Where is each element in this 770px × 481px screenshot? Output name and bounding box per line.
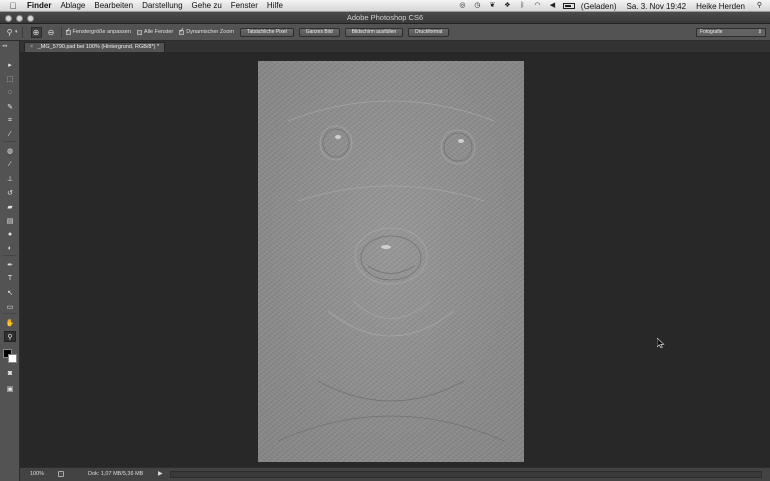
lasso-tool-icon[interactable]: ◌ xyxy=(4,87,16,98)
spot-healing-tool-icon[interactable]: ◍ xyxy=(4,145,16,156)
brush-tool-icon[interactable]: ∕ xyxy=(4,159,16,170)
battery-status: (Geladen) xyxy=(580,1,617,11)
menu-ablage[interactable]: Ablage xyxy=(60,1,85,10)
menu-hilfe[interactable]: Hilfe xyxy=(267,1,283,10)
tool-separator xyxy=(3,141,17,142)
zoom-in-icon[interactable]: ⊕ xyxy=(30,26,42,38)
wifi-icon[interactable]: ◠ xyxy=(533,2,542,10)
crop-tool-icon[interactable]: ⌗ xyxy=(4,115,16,126)
high-pass-dog-image xyxy=(277,100,505,442)
menu-finder[interactable]: Finder xyxy=(27,1,51,10)
panel-grip[interactable]: ◂◂ xyxy=(2,43,7,49)
check-label: Dynamischer Zoom xyxy=(186,29,234,35)
menu-darstellung[interactable]: Darstellung xyxy=(142,1,182,10)
zoom-tool-icon[interactable]: ⚲ xyxy=(4,331,16,342)
chevron-down-icon[interactable]: ▾ xyxy=(15,29,18,35)
move-tool-icon[interactable]: ▸ xyxy=(4,59,16,70)
checkbox[interactable] xyxy=(179,27,184,35)
battery-icon[interactable] xyxy=(562,3,575,9)
tool-separator xyxy=(3,313,17,314)
marquee-tool-icon[interactable]: ⬚ xyxy=(4,73,16,84)
canvas-area[interactable] xyxy=(20,52,770,467)
history-brush-tool-icon[interactable]: ↺ xyxy=(4,187,16,198)
zoom-level-field[interactable]: 100% xyxy=(30,471,50,478)
status-menu-arrow-icon[interactable]: ▶ xyxy=(158,470,163,477)
quick-selection-tool-icon[interactable]: ✎ xyxy=(4,101,16,112)
horizontal-scrollbar[interactable] xyxy=(170,471,762,478)
check-dynamischer-zoom[interactable]: Dynamischer Zoom xyxy=(179,27,234,35)
bluetooth-icon[interactable]: ᛒ xyxy=(518,2,527,10)
options-separator xyxy=(21,26,23,38)
apple-icon[interactable]:  xyxy=(7,1,19,11)
print-size-button[interactable]: Druckformat xyxy=(408,27,450,37)
mac-menubar:  Finder Ablage Bearbeiten Darstellung G… xyxy=(0,0,770,12)
pen-tool-icon[interactable]: ✒ xyxy=(4,259,16,270)
menu-gehe-zu[interactable]: Gehe zu xyxy=(192,1,222,10)
options-separator xyxy=(60,26,62,38)
eyedropper-tool-icon[interactable]: ⁄ xyxy=(4,129,16,140)
eraser-tool-icon[interactable]: ▰ xyxy=(4,201,16,212)
tool-separator xyxy=(3,255,17,256)
tools-panel: ◂◂ ▸ ⬚ ◌ ✎ ⌗ ⁄ ◍ ∕ ⊥ ↺ ▰ ▤ ● ◐ ✒ T ↖ ▭ ✋ ⚲ ◙ ▣ xyxy=(0,41,20,481)
evernote-icon[interactable]: ❦ xyxy=(488,2,497,10)
close-tab-icon[interactable]: × xyxy=(30,44,33,50)
creative-cloud-icon[interactable]: ◎ xyxy=(458,2,467,10)
gradient-tool-icon[interactable]: ▤ xyxy=(4,215,16,226)
quick-mask-icon[interactable]: ◙ xyxy=(4,368,16,379)
document-tab[interactable]: × _MG_5790.psd bei 100% (Hintergrund, RG… xyxy=(24,42,166,52)
dodge-tool-icon[interactable]: ◐ xyxy=(4,243,16,254)
fill-screen-button[interactable]: Bildschirm ausfüllen xyxy=(344,27,404,37)
volume-icon[interactable]: ◀ xyxy=(548,2,557,10)
check-label: Fenstergröße anpassen xyxy=(72,29,131,35)
window-titlebar: Adobe Photoshop CS6 xyxy=(0,12,770,24)
mouse-cursor-icon xyxy=(657,338,665,348)
check-fenstergroesse[interactable]: Fenstergröße anpassen xyxy=(65,27,131,35)
document-tab-label: _MG_5790.psd bei 100% (Hintergrund, RGB/… xyxy=(37,44,160,50)
check-label: Alle Fenster xyxy=(143,29,174,35)
shape-tool-icon[interactable]: ▭ xyxy=(4,301,16,312)
zoom-preset-icon[interactable]: ⚲ xyxy=(4,27,15,38)
menubar-datetime[interactable]: Sa. 3. Nov 19:42 xyxy=(626,2,686,11)
workspace-value: Fotografie xyxy=(700,29,723,35)
document-image[interactable] xyxy=(258,61,524,462)
checkbox[interactable] xyxy=(136,29,142,35)
fit-screen-button[interactable]: Ganzes Bild xyxy=(298,27,340,37)
options-bar: ⚲ ▾ ⊕ ⊖ Fenstergröße anpassen Alle Fenst… xyxy=(0,24,770,41)
status-bar: 100% ◦ Dok: 1,07 MB/5,36 MB ▶ xyxy=(20,467,770,481)
background-color-swatch[interactable] xyxy=(8,354,17,363)
dropbox-icon[interactable]: ❖ xyxy=(503,2,512,10)
blur-tool-icon[interactable]: ● xyxy=(4,229,16,240)
document-size: Dok: 1,07 MB/5,36 MB xyxy=(88,471,144,477)
checkbox[interactable] xyxy=(65,27,71,35)
screen-mode-icon[interactable]: ▣ xyxy=(4,383,16,394)
zoom-out-icon[interactable]: ⊖ xyxy=(46,27,57,38)
menu-bearbeiten[interactable]: Bearbeiten xyxy=(94,1,133,10)
clone-stamp-tool-icon[interactable]: ⊥ xyxy=(4,173,16,184)
workspace-select[interactable]: Fotografie ⇕ xyxy=(696,28,766,37)
type-tool-icon[interactable]: T xyxy=(4,273,16,284)
menubar-tray: ◎ ◷ ❦ ❖ ᛒ ◠ ◀ (Geladen) Sa. 3. Nov 19:42… xyxy=(458,0,764,12)
chevron-updown-icon: ⇕ xyxy=(757,29,762,35)
document-info-icon[interactable]: ◦ xyxy=(58,471,64,477)
window-title: Adobe Photoshop CS6 xyxy=(346,13,424,22)
menubar-user[interactable]: Heike Herden xyxy=(696,2,745,11)
time-machine-icon[interactable]: ◷ xyxy=(473,2,482,10)
document-tabstrip: × _MG_5790.psd bei 100% (Hintergrund, RG… xyxy=(20,41,770,52)
check-alle-fenster[interactable]: Alle Fenster xyxy=(136,29,174,35)
spotlight-icon[interactable]: ⚲ xyxy=(755,2,764,10)
menu-fenster[interactable]: Fenster xyxy=(231,1,258,10)
actual-pixels-button[interactable]: Tatsächliche Pixel xyxy=(239,27,294,37)
hand-tool-icon[interactable]: ✋ xyxy=(4,317,16,328)
path-selection-tool-icon[interactable]: ↖ xyxy=(4,287,16,298)
